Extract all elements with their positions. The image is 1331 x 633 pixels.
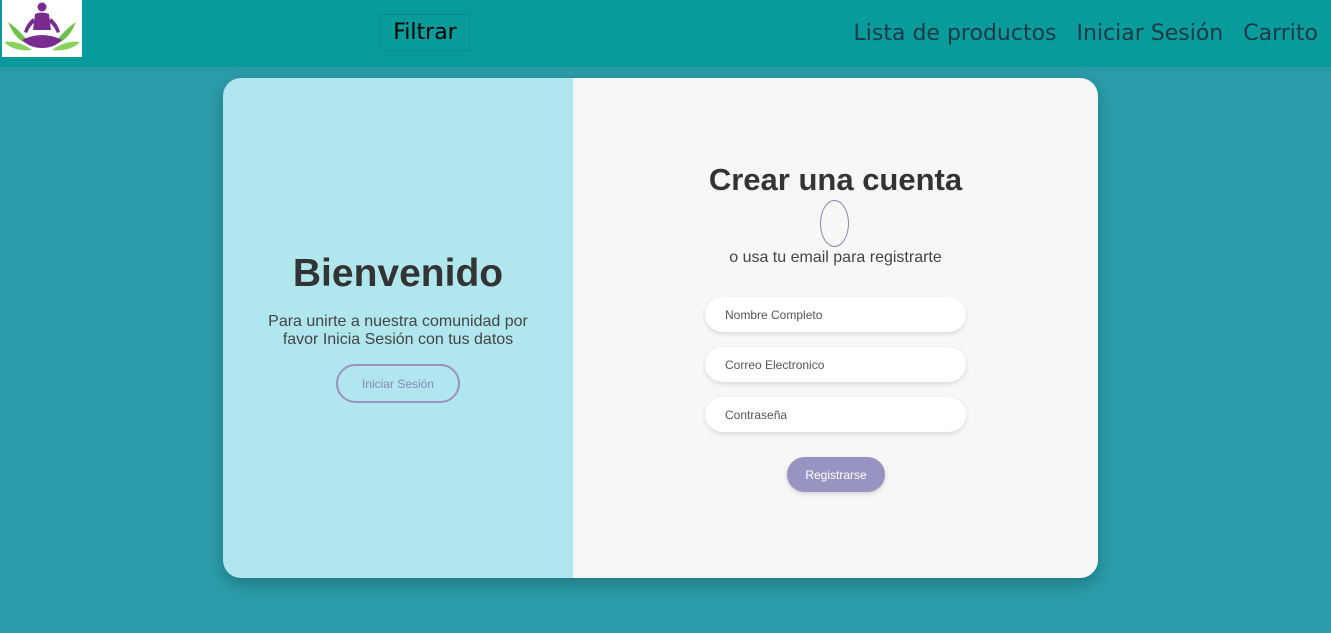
login-button[interactable]: Iniciar Sesión bbox=[336, 364, 460, 403]
password-input[interactable] bbox=[705, 397, 966, 432]
welcome-title: Bienvenido bbox=[292, 252, 504, 295]
full-name-input[interactable] bbox=[705, 297, 966, 332]
auth-card: Bienvenido Para unirte a nuestra comunid… bbox=[223, 78, 1098, 578]
social-login-icon[interactable] bbox=[820, 200, 849, 247]
register-button[interactable]: Registrarse bbox=[787, 457, 885, 492]
yoga-logo-icon[interactable] bbox=[2, 0, 82, 57]
signup-subtitle: o usa tu email para registrarte bbox=[729, 249, 942, 266]
email-input[interactable] bbox=[705, 347, 966, 382]
top-navbar: Filtrar Lista de productos Iniciar Sesió… bbox=[0, 0, 1331, 67]
nav-link-login[interactable]: Iniciar Sesión bbox=[1077, 18, 1224, 50]
register-button-label: Registrarse bbox=[805, 467, 867, 482]
nav-links: Lista de productos Iniciar Sesión Carrit… bbox=[854, 18, 1318, 50]
filter-button-label: Filtrar bbox=[393, 20, 457, 45]
welcome-panel: Bienvenido Para unirte a nuestra comunid… bbox=[223, 78, 573, 578]
login-button-label: Iniciar Sesión bbox=[361, 376, 435, 391]
welcome-text: Para unirte a nuestra comunidad por favo… bbox=[268, 313, 528, 348]
signup-title: Crear una cuenta bbox=[708, 162, 963, 197]
nav-link-cart[interactable]: Carrito bbox=[1243, 18, 1318, 50]
nav-link-product-list[interactable]: Lista de productos bbox=[854, 18, 1057, 50]
signup-panel: Crear una cuenta o usa tu email para reg… bbox=[573, 78, 1098, 578]
filter-button[interactable]: Filtrar bbox=[380, 14, 470, 51]
